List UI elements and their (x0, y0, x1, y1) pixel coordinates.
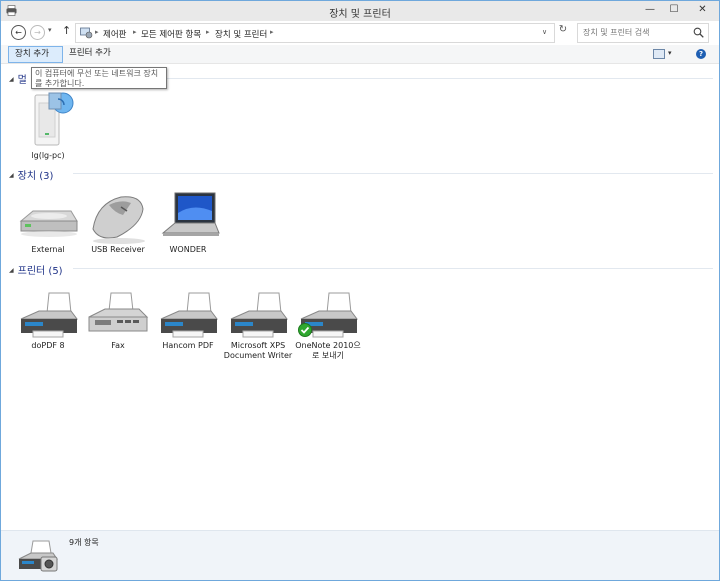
command-bar: 장치 추가 프린터 추가 ▾ ? (1, 45, 719, 64)
section-count: (5) (48, 266, 63, 277)
device-label: USB Receiver (91, 245, 145, 254)
printer-item-hancom-pdf[interactable]: Hancom PDF (153, 283, 223, 363)
printer-icon (160, 292, 218, 338)
printer-item-xps-writer[interactable]: Microsoft XPS Document Writer (223, 283, 293, 363)
minimize-button[interactable]: — (639, 2, 661, 19)
printer-label: Hancom PDF (162, 341, 214, 350)
breadcrumb-separator[interactable]: ▸ (270, 28, 274, 36)
breadcrumb-control-panel[interactable]: 제어판 (103, 28, 126, 40)
device-label: lg(lg-pc) (31, 151, 65, 160)
device-label: WONDER (169, 245, 207, 254)
breadcrumb-devices-printers[interactable]: 장치 및 프린터 (215, 28, 267, 40)
maximize-button[interactable]: ☐ (663, 2, 685, 19)
printer-camera-icon (18, 540, 58, 572)
device-item-external[interactable]: External (13, 185, 83, 257)
breadcrumb-all-items[interactable]: 모든 제어판 항목 (141, 28, 201, 40)
close-button[interactable]: ✕ (687, 2, 718, 19)
add-printer-button[interactable]: 프린터 추가 (63, 46, 117, 61)
printer-item-onenote[interactable]: OneNote 2010으로 보내기 (293, 283, 363, 363)
breadcrumb-separator: ▸ (95, 28, 99, 36)
section-header-multimedia[interactable]: ◢ 멀 (9, 71, 27, 86)
search-input[interactable] (583, 26, 687, 39)
printer-item-fax[interactable]: Fax (83, 283, 153, 363)
breadcrumb-separator[interactable]: ▸ (133, 28, 137, 36)
fax-icon (88, 292, 149, 332)
collapse-icon[interactable]: ◢ (9, 76, 14, 83)
printer-label: Fax (111, 341, 125, 350)
refresh-button[interactable]: ↻ (555, 24, 571, 42)
printer-label: OneNote 2010으로 보내기 (295, 341, 361, 360)
view-options-dropdown[interactable]: ▾ (668, 49, 672, 57)
add-device-tooltip: 이 컴퓨터에 무선 또는 네트워크 장치를 추가합니다. (31, 67, 167, 89)
section-count: (3) (39, 171, 54, 182)
printer-icon (20, 292, 78, 338)
section-divider (73, 78, 713, 79)
collapse-icon[interactable]: ◢ (9, 267, 14, 274)
section-header-printers[interactable]: ◢ 프린터 (5) (9, 262, 63, 277)
control-panel-icon (80, 27, 93, 39)
device-item-usb-receiver[interactable]: USB Receiver (83, 185, 153, 257)
section-header-devices[interactable]: ◢ 장치 (3) (9, 167, 54, 182)
search-box[interactable] (577, 23, 709, 43)
recent-locations-button[interactable]: ▾ (48, 26, 52, 34)
back-button[interactable]: ← (11, 25, 26, 40)
item-count-text: 9개 항목 (69, 538, 99, 547)
device-item-wonder[interactable]: WONDER (153, 185, 223, 257)
default-printer-check-icon (298, 323, 312, 337)
search-icon[interactable] (693, 27, 704, 38)
address-bar[interactable]: ▸ 제어판 ▸ 모든 제어판 항목 ▸ 장치 및 프린터 ▸ ∨ (75, 23, 555, 43)
external-drive-icon (19, 210, 78, 237)
printer-label: doPDF 8 (31, 341, 65, 350)
change-view-icon[interactable] (653, 49, 665, 59)
section-divider (73, 173, 713, 174)
device-label: External (31, 245, 65, 254)
forward-button[interactable]: → (30, 25, 45, 40)
section-label: 멀 (17, 75, 27, 86)
navigation-bar: ← → ▾ ↑ ▸ 제어판 ▸ 모든 제어판 항목 ▸ 장치 및 프린터 ▸ ∨… (1, 21, 719, 45)
section-divider (73, 268, 713, 269)
mouse-icon (92, 196, 145, 244)
address-history-dropdown[interactable]: ∨ (542, 28, 547, 36)
printer-label: Microsoft XPS Document Writer (223, 341, 293, 360)
title-bar[interactable]: 장치 및 프린터 — ☐ ✕ (1, 1, 719, 21)
breadcrumb-separator[interactable]: ▸ (206, 28, 210, 36)
section-label: 프린터 (17, 266, 46, 277)
devices-and-printers-window: 장치 및 프린터 — ☐ ✕ ← → ▾ ↑ ▸ 제어판 ▸ 모든 제어판 항목… (0, 0, 720, 581)
media-server-icon (34, 92, 74, 146)
device-item-lg-pc[interactable]: lg(lg-pc) (13, 89, 83, 161)
add-device-button[interactable]: 장치 추가 (8, 46, 63, 63)
laptop-icon (161, 192, 220, 236)
up-button[interactable]: ↑ (62, 24, 71, 37)
help-button[interactable]: ? (696, 49, 706, 59)
collapse-icon[interactable]: ◢ (9, 172, 14, 179)
printer-item-dopdf[interactable]: doPDF 8 (13, 283, 83, 363)
window-title: 장치 및 프린터 (329, 9, 391, 20)
printer-icon (230, 292, 288, 338)
status-bar: 9개 항목 (1, 530, 719, 580)
section-label: 장치 (17, 171, 37, 182)
